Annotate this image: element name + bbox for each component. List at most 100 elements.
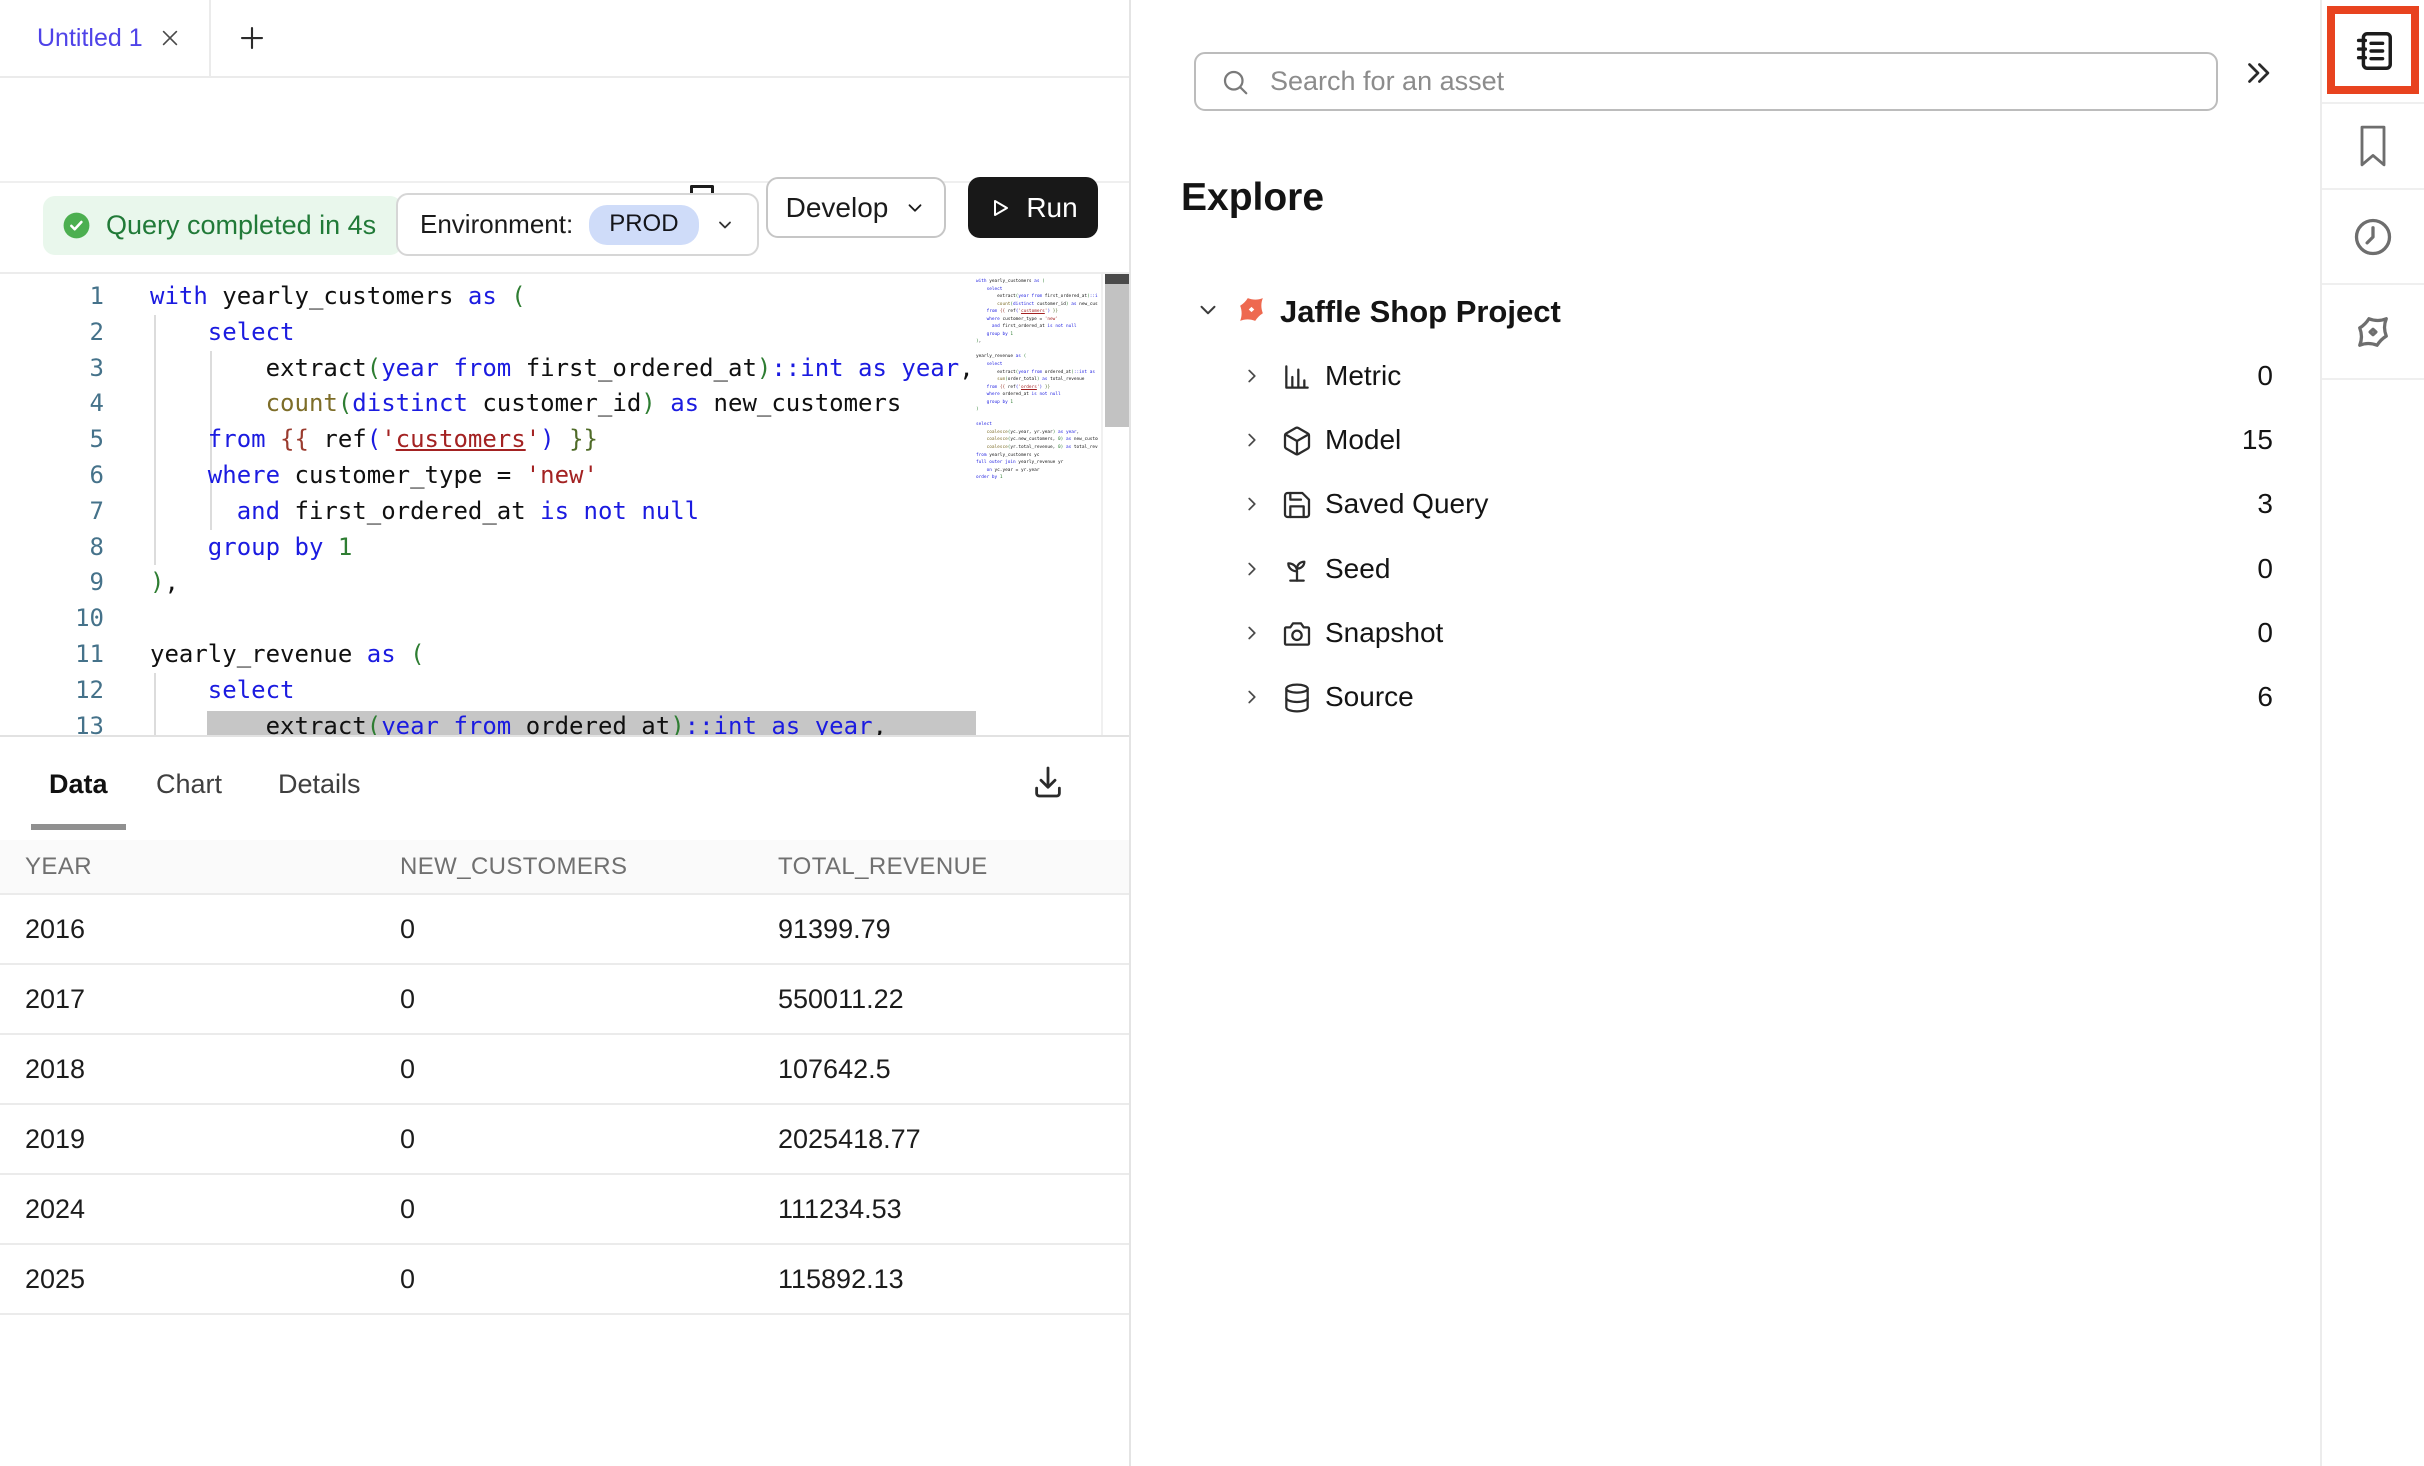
tree-item-metric[interactable]: Metric0 bbox=[1133, 349, 2320, 407]
results-table-header: YEARNEW_CUSTOMERSTOTAL_REVENUE bbox=[0, 840, 1129, 895]
close-tab-icon[interactable] bbox=[159, 27, 181, 49]
code-line[interactable]: where customer_type = 'new' bbox=[150, 458, 976, 494]
table-row[interactable]: 20250115892.13 bbox=[0, 1245, 1129, 1315]
collapse-panel-icon[interactable] bbox=[2241, 56, 2275, 93]
tree-item-saved-query[interactable]: Saved Query 3 bbox=[1133, 477, 2320, 535]
sidebar-item-bookmarks[interactable] bbox=[2322, 104, 2424, 190]
line-number: 2 bbox=[0, 315, 104, 351]
tree-item-model[interactable]: Model15 bbox=[1133, 413, 2320, 471]
tree-item-label: Source bbox=[1325, 681, 1414, 713]
asset-search-input[interactable] bbox=[1270, 66, 2196, 97]
tree-item-count: 0 bbox=[2257, 553, 2273, 585]
line-number: 8 bbox=[0, 530, 104, 566]
column-header: TOTAL_REVENUE bbox=[778, 853, 1129, 881]
sidebar-item-catalog[interactable] bbox=[2322, 0, 2424, 104]
code-line[interactable]: group by 1 bbox=[150, 530, 976, 566]
results-table-body: 2016091399.7920170550011.2220180107642.5… bbox=[0, 895, 1129, 1315]
right-rail bbox=[2320, 0, 2424, 1466]
table-cell: 2024 bbox=[25, 1194, 400, 1225]
table-cell: 107642.5 bbox=[778, 1054, 1129, 1085]
table-cell: 2017 bbox=[25, 984, 400, 1015]
notebook-icon bbox=[2350, 28, 2396, 74]
new-tab-button[interactable] bbox=[223, 13, 281, 63]
code-line[interactable]: count(distinct customer_id) as new_custo… bbox=[150, 386, 976, 422]
table-cell: 115892.13 bbox=[778, 1264, 1129, 1295]
tree-item-count: 6 bbox=[2257, 681, 2273, 713]
code-lines[interactable]: with yearly_customers as ( select extrac… bbox=[150, 279, 976, 737]
table-row[interactable]: 20170550011.22 bbox=[0, 965, 1129, 1035]
project-tree-root[interactable]: Jaffle Shop Project bbox=[1133, 284, 2320, 340]
check-circle-icon bbox=[61, 210, 92, 241]
tree-item-label: Saved Query bbox=[1325, 488, 1488, 520]
chevron-right-icon[interactable] bbox=[1241, 429, 1263, 456]
chevron-right-icon[interactable] bbox=[1241, 558, 1263, 585]
bookmark-icon bbox=[2354, 124, 2392, 168]
code-line[interactable] bbox=[150, 601, 976, 637]
table-row[interactable]: 20240111234.53 bbox=[0, 1175, 1129, 1245]
bar-chart-icon bbox=[1281, 361, 1313, 398]
scrollbar-thumb[interactable] bbox=[1105, 274, 1129, 427]
results-tab-data[interactable]: Data bbox=[49, 769, 108, 800]
code-line[interactable]: select bbox=[150, 315, 976, 351]
table-cell: 2018 bbox=[25, 1054, 400, 1085]
tree-item-count: 15 bbox=[2242, 424, 2273, 456]
chevron-right-icon[interactable] bbox=[1241, 686, 1263, 713]
code-line[interactable]: yearly_revenue as ( bbox=[150, 637, 976, 673]
code-line[interactable]: with yearly_customers as ( bbox=[150, 279, 976, 315]
tab-divider bbox=[209, 0, 211, 77]
table-row[interactable]: 201902025418.77 bbox=[0, 1105, 1129, 1175]
table-cell: 91399.79 bbox=[778, 914, 1129, 945]
download-icon[interactable] bbox=[1027, 761, 1069, 806]
active-tab-underline bbox=[31, 824, 126, 830]
tree-item-source[interactable]: Source 6 bbox=[1133, 670, 2320, 728]
chevron-down-icon[interactable] bbox=[1195, 297, 1221, 328]
environment-label: Environment: bbox=[420, 209, 573, 240]
table-cell: 0 bbox=[400, 984, 778, 1015]
chevron-right-icon[interactable] bbox=[1241, 493, 1263, 520]
tree-item-count: 0 bbox=[2257, 360, 2273, 392]
table-cell: 2016 bbox=[25, 914, 400, 945]
sidebar-item-history[interactable] bbox=[2322, 190, 2424, 285]
code-line[interactable]: extract(year from ordered_at)::int as ye… bbox=[150, 709, 976, 737]
tree-item-count: 3 bbox=[2257, 488, 2273, 520]
tab-untitled-1[interactable]: Untitled 1 bbox=[0, 0, 209, 76]
asset-search-box[interactable] bbox=[1194, 52, 2218, 111]
chevron-down-icon bbox=[715, 215, 735, 235]
environment-value-badge: PROD bbox=[589, 205, 698, 245]
code-line[interactable]: and first_ordered_at is not null bbox=[150, 494, 976, 530]
chevron-right-icon[interactable] bbox=[1241, 622, 1263, 649]
code-line[interactable]: extract(year from first_ordered_at)::int… bbox=[150, 351, 976, 387]
table-cell: 550011.22 bbox=[778, 984, 1129, 1015]
column-header: NEW_CUSTOMERS bbox=[400, 853, 778, 881]
tab-bar: Untitled 1 bbox=[0, 0, 1129, 78]
code-line[interactable]: select bbox=[150, 673, 976, 709]
table-row[interactable]: 20180107642.5 bbox=[0, 1035, 1129, 1105]
tree-item-count: 0 bbox=[2257, 617, 2273, 649]
table-row[interactable]: 2016091399.79 bbox=[0, 895, 1129, 965]
line-number: 6 bbox=[0, 458, 104, 494]
tree-item-seed[interactable]: Seed0 bbox=[1133, 542, 2320, 600]
code-line[interactable]: from {{ ref('customers') }} bbox=[150, 422, 976, 458]
editor-scrollbar[interactable] bbox=[1101, 274, 1129, 737]
tree-item-snapshot[interactable]: Snapshot0 bbox=[1133, 606, 2320, 664]
chevron-right-icon[interactable] bbox=[1241, 365, 1263, 392]
minimap[interactable]: with yearly_customers as ( select extrac… bbox=[976, 278, 1098, 482]
dbt-logo-icon bbox=[1233, 291, 1270, 333]
line-number: 5 bbox=[0, 422, 104, 458]
code-editor[interactable]: 12345678910111213 with yearly_customers … bbox=[0, 272, 1129, 737]
clock-icon bbox=[2351, 215, 2395, 259]
results-tab-chart[interactable]: Chart bbox=[156, 769, 222, 800]
table-cell: 2019 bbox=[25, 1124, 400, 1155]
sidebar-item-dbt[interactable] bbox=[2322, 285, 2424, 380]
results-tab-details[interactable]: Details bbox=[278, 769, 361, 800]
explore-panel: Explore Jaffle Shop Project Metric0 Model… bbox=[1133, 0, 2320, 1466]
query-status-text: Query completed in 4s bbox=[106, 210, 376, 241]
table-cell: 0 bbox=[400, 1194, 778, 1225]
tab-title: Untitled 1 bbox=[37, 24, 143, 53]
table-cell: 0 bbox=[400, 1054, 778, 1085]
table-cell: 0 bbox=[400, 914, 778, 945]
explore-heading: Explore bbox=[1181, 176, 1324, 220]
code-line[interactable]: ), bbox=[150, 565, 976, 601]
dbt-studio-app: Untitled 1 Develop Run bbox=[0, 0, 2424, 1466]
environment-selector[interactable]: Environment: PROD bbox=[396, 193, 759, 256]
